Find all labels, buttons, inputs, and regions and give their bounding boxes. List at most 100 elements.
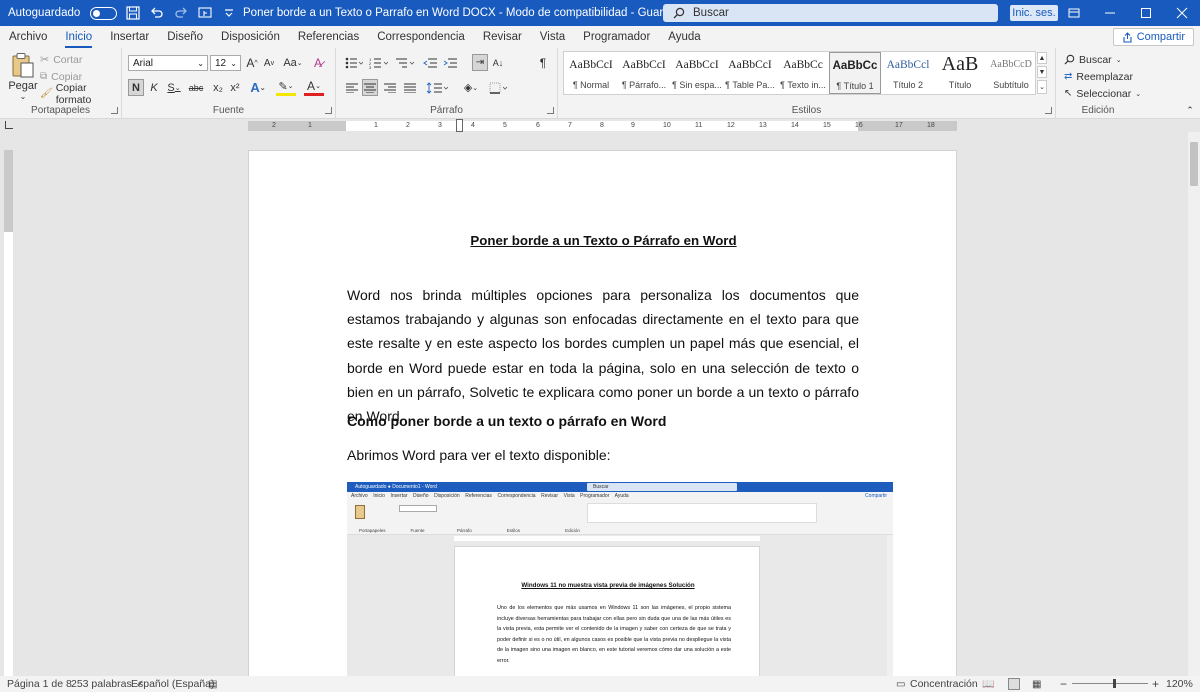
font-name-combo[interactable]: Arial ⌄ [128, 55, 208, 71]
style-subtitulo[interactable]: AaBbCcD Subtítulo [985, 52, 1037, 94]
font-color-icon[interactable]: A ⌄ [304, 79, 324, 96]
align-center-icon[interactable] [362, 79, 378, 96]
paragraph-launcher-icon[interactable] [547, 107, 554, 114]
shrink-font-button[interactable]: Av [262, 54, 276, 72]
search-input[interactable]: Buscar [663, 4, 998, 22]
page-count[interactable]: Página 1 de 8 [7, 678, 72, 690]
clear-formatting-icon[interactable]: A̷ [310, 54, 326, 72]
tab-diseno[interactable]: Diseño [158, 26, 212, 48]
zoom-slider-thumb[interactable] [1113, 679, 1116, 688]
style-titulo-1[interactable]: AaBbCc ¶ Título 1 [829, 52, 881, 94]
document-page[interactable]: Poner borde a un Texto o Párrafo en Word… [248, 150, 957, 692]
line-spacing-icon[interactable] [426, 79, 450, 96]
font-launcher-icon[interactable] [325, 107, 332, 114]
tab-selector-icon[interactable] [5, 121, 13, 129]
tab-insertar[interactable]: Insertar [101, 26, 158, 48]
style-parrafo[interactable]: AaBbCcI ¶ Párrafo... [618, 52, 670, 94]
select-button[interactable]: ↖ Seleccionar ⌄ [1064, 86, 1141, 101]
paste-button[interactable]: Pegar ⌄ [6, 52, 40, 101]
borders-icon[interactable] [488, 79, 510, 96]
accessibility-icon[interactable]: ▤ [208, 679, 217, 690]
zoom-out-icon[interactable]: − [1060, 677, 1067, 691]
cut-button[interactable]: ✂ Cortar [40, 52, 82, 67]
format-painter-button[interactable]: 🖌 Copiar formato [40, 82, 121, 106]
bold-button[interactable]: N [128, 79, 144, 96]
decrease-indent-icon[interactable] [422, 55, 438, 71]
undo-icon[interactable] [149, 5, 165, 21]
align-left-icon[interactable] [344, 79, 360, 96]
save-icon[interactable] [125, 5, 141, 21]
replace-button[interactable]: ⇄ Reemplazar [1064, 69, 1133, 84]
cut-label: Cortar [53, 53, 83, 66]
tab-ayuda[interactable]: Ayuda [659, 26, 709, 48]
increase-indent-icon[interactable] [442, 55, 458, 71]
word-count[interactable]: 253 palabras [71, 678, 132, 690]
tab-vista[interactable]: Vista [531, 26, 574, 48]
print-layout-icon[interactable] [1008, 678, 1020, 690]
subscript-button[interactable]: x₂ [211, 79, 225, 96]
grow-font-button[interactable]: A ^ [245, 54, 259, 72]
styles-launcher-icon[interactable] [1045, 107, 1052, 114]
strikethrough-button[interactable]: abc [186, 79, 206, 96]
tab-archivo[interactable]: Archivo [0, 26, 56, 48]
ribbon-display-icon[interactable] [1056, 0, 1092, 26]
collapse-ribbon-icon[interactable]: ⌃ [1184, 104, 1196, 116]
touch-mode-icon[interactable] [197, 5, 213, 21]
vertical-ruler[interactable] [4, 150, 13, 676]
font-size-combo[interactable]: 12 ⌄ [210, 55, 241, 71]
style-titulo[interactable]: AaB Título [934, 52, 986, 94]
embedded-screenshot[interactable]: Autoguardado ● Documento1 - Word Buscar … [347, 482, 893, 692]
numbering-icon[interactable]: 123 [368, 55, 390, 71]
sort-icon[interactable]: A↓ [490, 55, 506, 71]
autosave-toggle[interactable] [90, 6, 118, 20]
read-mode-icon[interactable]: 📖 [982, 679, 994, 690]
change-case-button[interactable]: Aa ⌄ [282, 54, 304, 72]
multilevel-list-icon[interactable] [394, 55, 416, 71]
focus-icon[interactable]: ▭ [896, 679, 905, 690]
ruler-strip[interactable]: 2 1 1 2 3 4 5 6 7 8 9 10 11 12 13 14 15 … [248, 121, 957, 131]
show-marks-icon[interactable]: ¶ [536, 55, 550, 71]
web-layout-icon[interactable]: ▦ [1032, 679, 1041, 690]
tab-programador[interactable]: Programador [574, 26, 659, 48]
tab-correspondencia[interactable]: Correspondencia [368, 26, 474, 48]
align-right-icon[interactable] [382, 79, 398, 96]
styles-scroll-up-icon[interactable]: ▲ [1037, 52, 1047, 64]
vertical-scrollbar[interactable] [1188, 132, 1200, 676]
maximize-icon[interactable] [1128, 0, 1164, 26]
tab-revisar[interactable]: Revisar [474, 26, 531, 48]
justify-icon[interactable] [402, 79, 418, 96]
customize-toolbar-icon[interactable] [221, 5, 237, 21]
styles-scroll-down-icon[interactable]: ▼ [1037, 66, 1047, 78]
minimize-icon[interactable] [1092, 0, 1128, 26]
redo-icon[interactable] [173, 5, 189, 21]
style-table-paragraph[interactable]: AaBbCcI ¶ Table Pa... [724, 52, 776, 94]
underline-button[interactable]: S ⌄ [164, 79, 184, 96]
highlight-icon[interactable]: ✎ ⌄ [276, 79, 296, 96]
style-texto-independiente[interactable]: AaBbCc ¶ Texto in... [777, 52, 829, 94]
scrollbar-thumb[interactable] [1190, 142, 1198, 186]
zoom-level[interactable]: 120% [1166, 678, 1193, 690]
focus-mode[interactable]: Concentración [910, 678, 978, 690]
indent-marker-icon[interactable] [456, 119, 463, 132]
zoom-slider[interactable] [1072, 683, 1148, 684]
styles-more-icon[interactable]: ⌄ [1037, 80, 1047, 94]
share-button[interactable]: Compartir [1112, 28, 1194, 46]
text-effects-icon[interactable]: A ⌄ [248, 79, 268, 96]
bullets-icon[interactable] [344, 55, 364, 71]
italic-button[interactable]: K [147, 79, 161, 96]
tab-disposicion[interactable]: Disposición [212, 26, 289, 48]
style-titulo-2[interactable]: AaBbCcl Título 2 [882, 52, 934, 94]
superscript-button[interactable]: x² [228, 79, 242, 96]
text-direction-icon[interactable]: ⇥ [472, 54, 488, 71]
style-normal[interactable]: AaBbCcI ¶ Normal [565, 52, 617, 94]
language[interactable]: Español (España) [131, 678, 214, 690]
find-button[interactable]: Buscar ⌄ [1064, 52, 1122, 67]
clipboard-launcher-icon[interactable] [111, 107, 118, 114]
zoom-in-icon[interactable]: + [1152, 677, 1159, 691]
close-icon[interactable] [1164, 0, 1200, 26]
sign-in-button[interactable]: Inic. ses. [1010, 5, 1058, 21]
tab-referencias[interactable]: Referencias [289, 26, 368, 48]
tab-inicio[interactable]: Inicio [56, 26, 101, 48]
shading-icon[interactable]: ◈ ⌄ [460, 79, 482, 96]
style-sin-espaciado[interactable]: AaBbCcI ¶ Sin espa... [671, 52, 723, 94]
